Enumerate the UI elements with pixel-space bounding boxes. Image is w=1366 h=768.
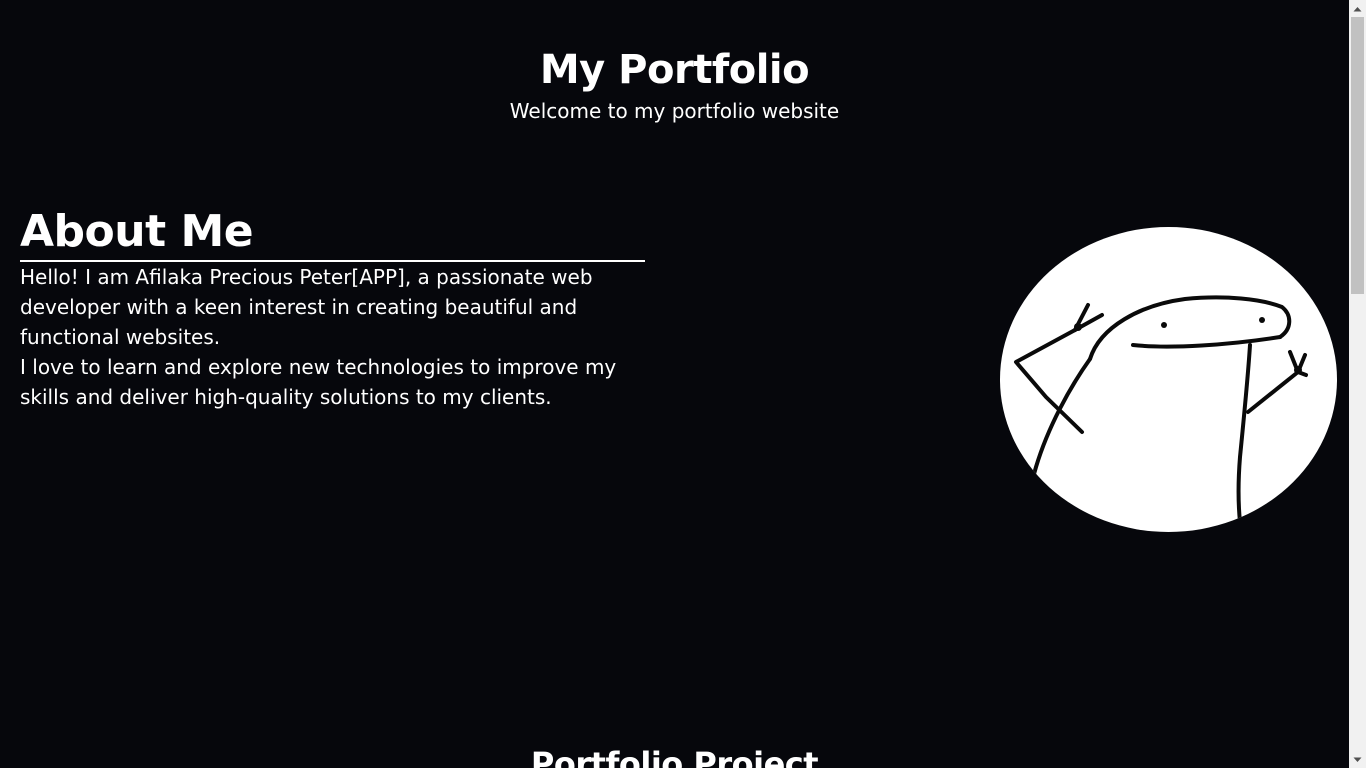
projects-heading: Portfolio Project [530, 745, 819, 768]
about-heading: About Me [20, 204, 645, 262]
scroll-down-arrow-icon[interactable] [1349, 751, 1366, 768]
page-subtitle: Welcome to my portfolio website [509, 99, 840, 123]
site-header: My Portfolio Welcome to my portfolio web… [0, 44, 1349, 126]
scroll-up-arrow-icon[interactable] [1349, 0, 1366, 17]
stick-figure-drawing-icon [1014, 295, 1308, 524]
profile-avatar [1000, 227, 1337, 532]
vertical-scrollbar[interactable] [1349, 0, 1366, 768]
scrollbar-thumb[interactable] [1351, 17, 1364, 294]
about-paragraph-learning: I love to learn and explore new technolo… [20, 355, 617, 409]
about-paragraph-intro: Hello! I am Afilaka Precious Peter[APP],… [20, 265, 593, 349]
about-section: About Me Hello! I am Afilaka Precious Pe… [20, 204, 645, 412]
page-title: My Portfolio [539, 47, 810, 93]
page-viewport: My Portfolio Welcome to my portfolio web… [0, 0, 1349, 768]
